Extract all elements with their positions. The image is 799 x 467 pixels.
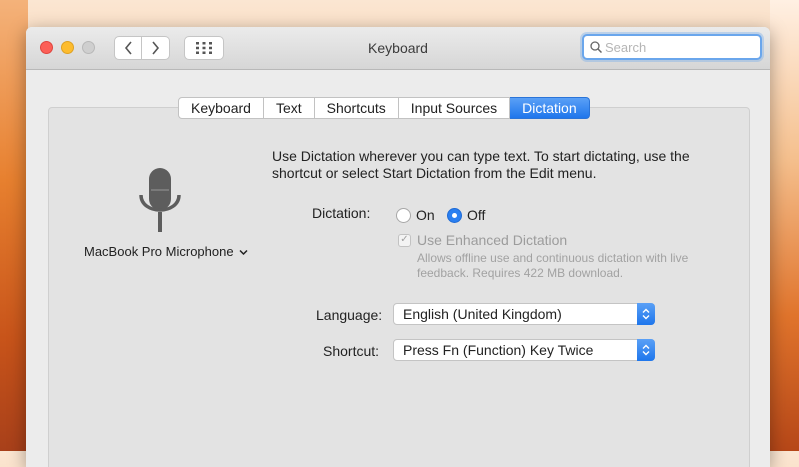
dictation-on-label: On: [416, 207, 435, 223]
desktop-wallpaper-left: [0, 0, 28, 451]
tab-bar: Keyboard Text Shortcuts Input Sources Di…: [178, 97, 590, 119]
dictation-off-radio[interactable]: Off: [447, 207, 485, 223]
language-select[interactable]: English (United Kingdom): [393, 303, 655, 325]
chevron-down-icon: [239, 249, 248, 256]
shortcut-select[interactable]: Press Fn (Function) Key Twice: [393, 339, 655, 361]
dictation-label: Dictation:: [312, 205, 371, 221]
tab-keyboard[interactable]: Keyboard: [178, 97, 264, 119]
checkmark-icon: ✓: [398, 233, 411, 247]
search-input[interactable]: [605, 38, 755, 56]
tab-input-sources[interactable]: Input Sources: [398, 97, 511, 119]
microphone-selector[interactable]: MacBook Pro Microphone: [84, 244, 248, 259]
tab-text[interactable]: Text: [263, 97, 315, 119]
radio-selected-icon: [447, 207, 462, 223]
shortcut-label: Shortcut:: [323, 343, 380, 359]
enhanced-dictation-label: Use Enhanced Dictation: [417, 232, 568, 248]
dictation-description: Use Dictation wherever you can type text…: [272, 148, 690, 181]
desktop-wallpaper-right: [770, 0, 799, 451]
microphone-label: MacBook Pro Microphone: [84, 244, 234, 259]
microphone-icon: [139, 168, 181, 232]
select-arrows-icon: [637, 339, 655, 361]
tab-shortcuts[interactable]: Shortcuts: [314, 97, 399, 119]
tab-dictation[interactable]: Dictation: [510, 97, 590, 119]
shortcut-value: Press Fn (Function) Key Twice: [403, 342, 594, 358]
radio-unselected-icon: [396, 207, 411, 223]
enhanced-dictation-checkbox[interactable]: ✓ Use Enhanced Dictation: [398, 232, 567, 248]
language-value: English (United Kingdom): [403, 306, 562, 322]
preferences-window: Keyboard Keyboard Text Shortcuts Input S…: [26, 27, 770, 467]
dictation-on-radio[interactable]: On: [396, 207, 435, 223]
dictation-off-label: Off: [467, 207, 486, 223]
language-label: Language:: [316, 307, 383, 323]
search-icon: [590, 41, 602, 53]
enhanced-dictation-note: Allows offline use and continuous dictat…: [417, 251, 689, 280]
title-bar: Keyboard: [26, 27, 770, 70]
select-arrows-icon: [637, 303, 655, 325]
search-field[interactable]: [582, 34, 762, 60]
